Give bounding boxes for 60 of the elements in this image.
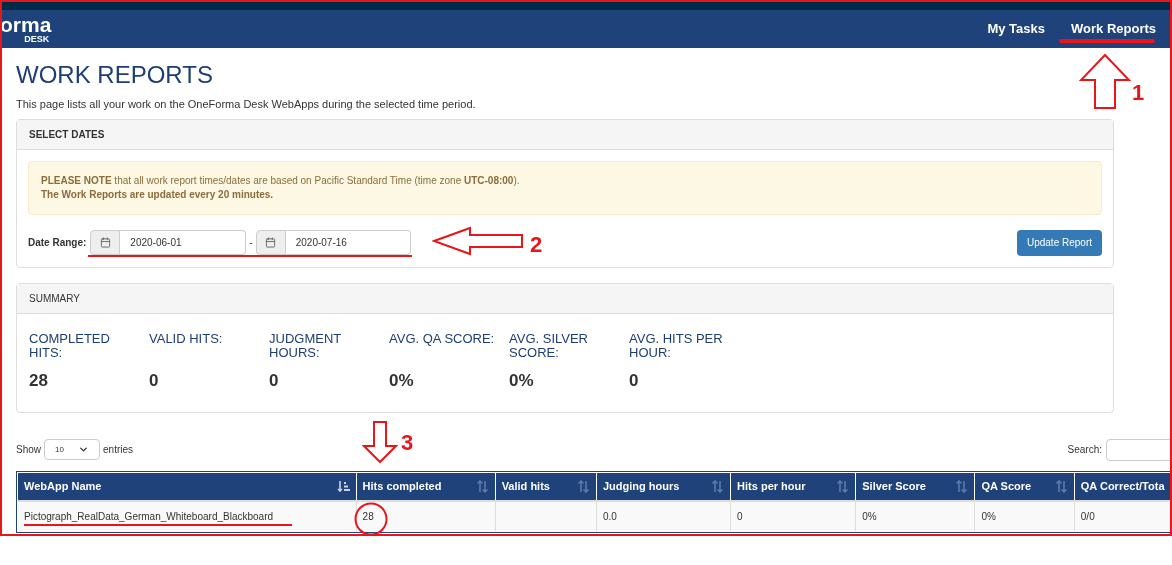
entries-label: entries <box>103 443 134 457</box>
search-field[interactable] <box>1106 438 1170 461</box>
sort-icon[interactable] <box>955 479 969 493</box>
note-text: The Work Reports are updated every 20 minutes. <box>41 187 275 202</box>
stat-label: JUDGMENT HOURS: <box>269 331 342 362</box>
chevron-down-icon[interactable] <box>78 444 89 455</box>
stat-label: COMPLETED HITS: <box>29 331 111 362</box>
stat-value: 28 <box>29 369 49 392</box>
column-header[interactable]: Judging hours <box>597 472 731 500</box>
stat-label: VALID HITS: <box>149 331 224 348</box>
update-report-button[interactable]: Update Report <box>1016 229 1102 256</box>
start-date-field[interactable]: 2020-06-01 <box>120 230 247 255</box>
date-range-label: Date Range: <box>28 236 87 250</box>
table-cell: 0% <box>856 501 975 531</box>
stat-label: AVG. HITS PER HOUR: <box>629 331 724 362</box>
stat-label: AVG. SILVER SCORE: <box>509 331 589 362</box>
sort-icon[interactable] <box>475 479 489 493</box>
date-separator: - <box>249 236 253 250</box>
panel-heading: SELECT DATES <box>17 119 1113 150</box>
calendar-icon[interactable] <box>255 230 286 255</box>
annotation-number: 3 <box>401 429 414 457</box>
end-date-field[interactable]: 2020-07-16 <box>285 230 411 255</box>
nav-link[interactable]: My Tasks <box>987 19 1045 39</box>
sort-icon[interactable] <box>836 479 850 493</box>
table-cell: 28 <box>356 501 495 531</box>
stat-value: 0% <box>389 369 415 392</box>
stat-value: 0 <box>629 369 640 392</box>
table-cell: Pictograph_RealData_German_Whiteboard_Blackboard <box>18 501 356 531</box>
stat-value: 0% <box>509 369 535 392</box>
calendar-icon[interactable] <box>90 230 121 255</box>
column-header[interactable]: QA Score <box>975 472 1074 500</box>
column-header[interactable]: QA Correct/Tota <box>1074 472 1170 500</box>
sort-icon[interactable] <box>711 479 725 493</box>
table-cell: 0/0 <box>1074 501 1170 531</box>
page-title: WORK REPORTS <box>16 60 213 90</box>
column-header[interactable]: Valid hits <box>495 472 596 500</box>
table-cell: 0% <box>975 501 1074 531</box>
annotation-number: 1 <box>1132 79 1145 107</box>
nav-link[interactable]: Work Reports <box>1071 19 1156 39</box>
annotation-arrow-up <box>1079 53 1131 110</box>
note-text: PLEASE NOTE that all work report times/dates are based on Pacific Standard Time (time zone UTC-08:00). <box>41 173 521 188</box>
search-label: Search: <box>1067 443 1102 457</box>
page-size-select[interactable]: 10 <box>44 439 100 460</box>
sort-icon[interactable] <box>577 479 590 493</box>
table-cell: 0 <box>731 501 856 531</box>
column-header[interactable]: Silver Score <box>856 472 975 500</box>
sort-icon[interactable] <box>1054 479 1068 493</box>
column-header[interactable]: WebApp Name <box>18 472 356 500</box>
column-header[interactable]: Hits per hour <box>731 472 856 500</box>
panel-heading: SUMMARY <box>17 283 1113 314</box>
annotation-number: 2 <box>530 231 543 259</box>
table-cell: 0.0 <box>597 501 731 531</box>
sort-ascending-icon[interactable] <box>336 479 350 493</box>
stat-value: 0 <box>269 369 280 392</box>
page-intro: This page lists all your work on the OneForma Desk WebApps during the selected time period. <box>16 97 477 112</box>
stat-value: 0 <box>149 369 160 392</box>
show-label: Show <box>16 443 41 457</box>
stat-label: AVG. QA SCORE: <box>389 331 496 348</box>
annotation-arrow-down <box>362 420 398 464</box>
column-header[interactable]: Hits completed <box>356 472 495 500</box>
